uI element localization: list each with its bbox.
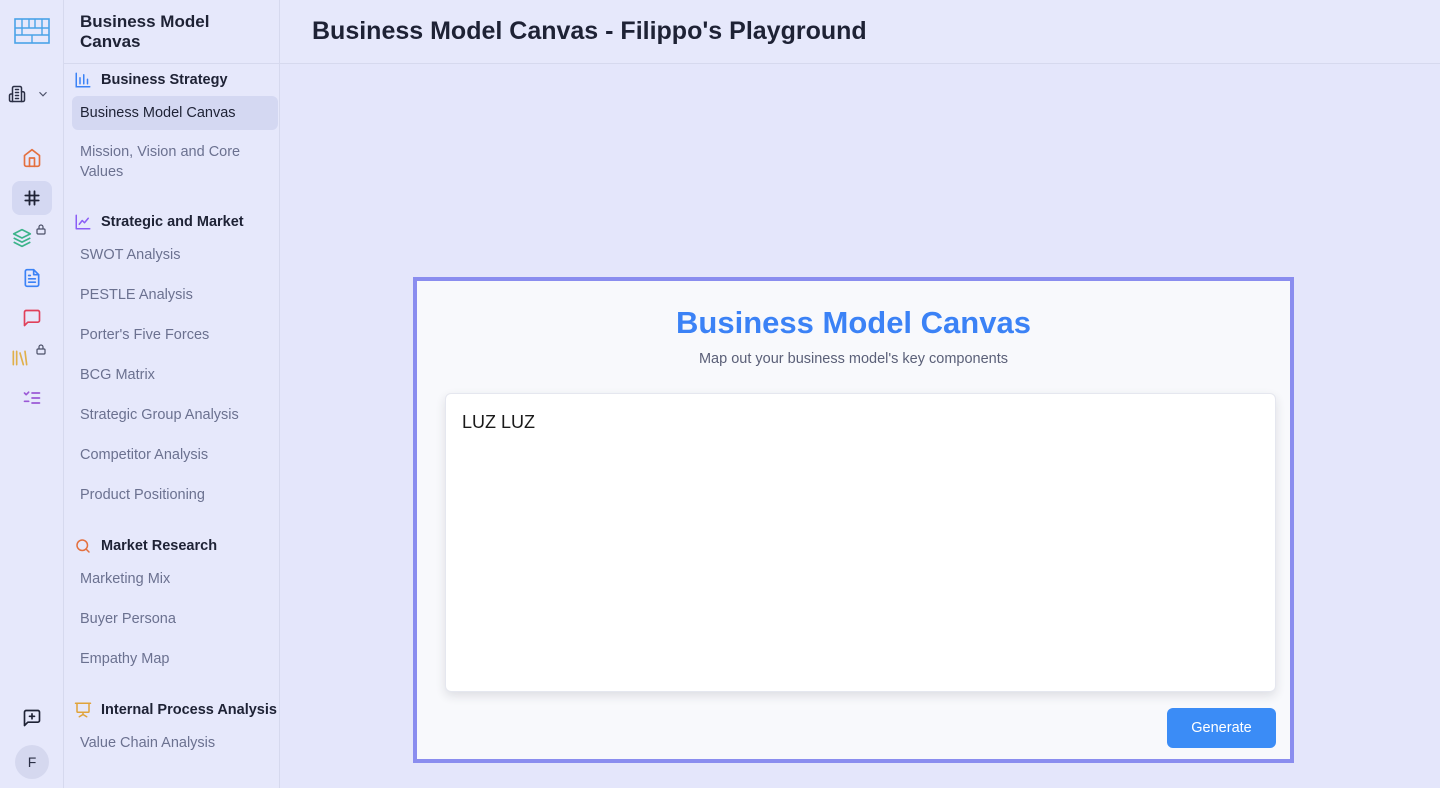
sidebar-item-empathy-map[interactable]: Empathy Map (72, 642, 278, 676)
nav-group-strategic-market: Strategic and Market SWOT Analysis PESTL… (64, 206, 279, 512)
rail-home-button[interactable] (12, 141, 52, 175)
app-logo-icon[interactable] (14, 18, 50, 44)
nav-group-internal-process: Internal Process Analysis Value Chain An… (64, 694, 279, 760)
chevron-down-icon (39, 91, 47, 97)
card-title: Business Model Canvas (676, 305, 1031, 340)
sidebar-item-buyer-persona[interactable]: Buyer Persona (72, 602, 278, 636)
lock-icon (36, 224, 46, 235)
bar-chart-icon (75, 72, 91, 88)
icon-rail: F (0, 0, 64, 788)
sidebar-item-marketing-mix[interactable]: Marketing Mix (72, 562, 278, 596)
group-title: Business Strategy (64, 64, 279, 96)
sidebar-item-bcg-matrix[interactable]: BCG Matrix (72, 358, 278, 392)
generate-button[interactable]: Generate (1167, 708, 1276, 748)
canvas-hash-icon (24, 190, 40, 206)
rail-chat-button[interactable] (12, 301, 52, 335)
home-icon (23, 148, 41, 168)
sidebar-title: Business Model Canvas (64, 0, 279, 64)
library-icon (12, 350, 28, 366)
nav-group-market-research: Market Research Marketing Mix Buyer Pers… (64, 530, 279, 676)
chat-icon (23, 309, 41, 327)
rail-documents-button[interactable] (12, 261, 52, 295)
page-header: Business Model Canvas - Filippo's Playgr… (280, 0, 1440, 64)
business-description-input[interactable] (445, 393, 1276, 692)
checklist-icon (23, 391, 41, 404)
rail-library-button[interactable] (0, 341, 40, 375)
search-icon (76, 539, 90, 553)
sidebar-item-strategic-group[interactable]: Strategic Group Analysis (72, 398, 278, 432)
group-title: Market Research (64, 530, 279, 562)
sidebar-item-value-chain[interactable]: Value Chain Analysis (72, 726, 278, 760)
page-title: Business Model Canvas - Filippo's Playgr… (312, 17, 867, 45)
sidebar-item-pestle[interactable]: PESTLE Analysis (72, 278, 278, 312)
sidebar-item-porters-five-forces[interactable]: Porter's Five Forces (72, 318, 278, 352)
card-subtitle: Map out your business model's key compon… (698, 351, 1009, 367)
feedback-icon (23, 709, 41, 727)
document-icon (24, 268, 40, 288)
workspace-icon (8, 85, 26, 103)
nav-group-business-strategy: Business Strategy Business Model Canvas … (64, 64, 279, 188)
section-sidebar: Business Model Canvas Business Strategy … (64, 0, 280, 788)
line-chart-icon (75, 214, 91, 230)
sidebar-item-product-positioning[interactable]: Product Positioning (72, 478, 278, 512)
presentation-icon (74, 702, 92, 718)
sidebar-item-swot[interactable]: SWOT Analysis (72, 238, 278, 272)
rail-checklist-button[interactable] (12, 381, 52, 415)
group-title: Internal Process Analysis (64, 694, 279, 726)
sidebar-item-mission-vision[interactable]: Mission, Vision and Core Values (72, 136, 278, 188)
sidebar-item-competitor-analysis[interactable]: Competitor Analysis (72, 438, 278, 472)
sidebar-item-business-model-canvas[interactable]: Business Model Canvas (72, 96, 278, 130)
canvas-card: Business Model Canvas Map out your busin… (413, 277, 1294, 763)
lock-icon (36, 344, 46, 355)
rail-canvas-button[interactable] (12, 181, 52, 215)
layers-icon (12, 228, 32, 248)
workspace-switcher[interactable] (6, 82, 56, 106)
user-avatar[interactable]: F (15, 745, 49, 779)
rail-feedback-button[interactable] (12, 701, 52, 735)
group-title: Strategic and Market (64, 206, 279, 238)
